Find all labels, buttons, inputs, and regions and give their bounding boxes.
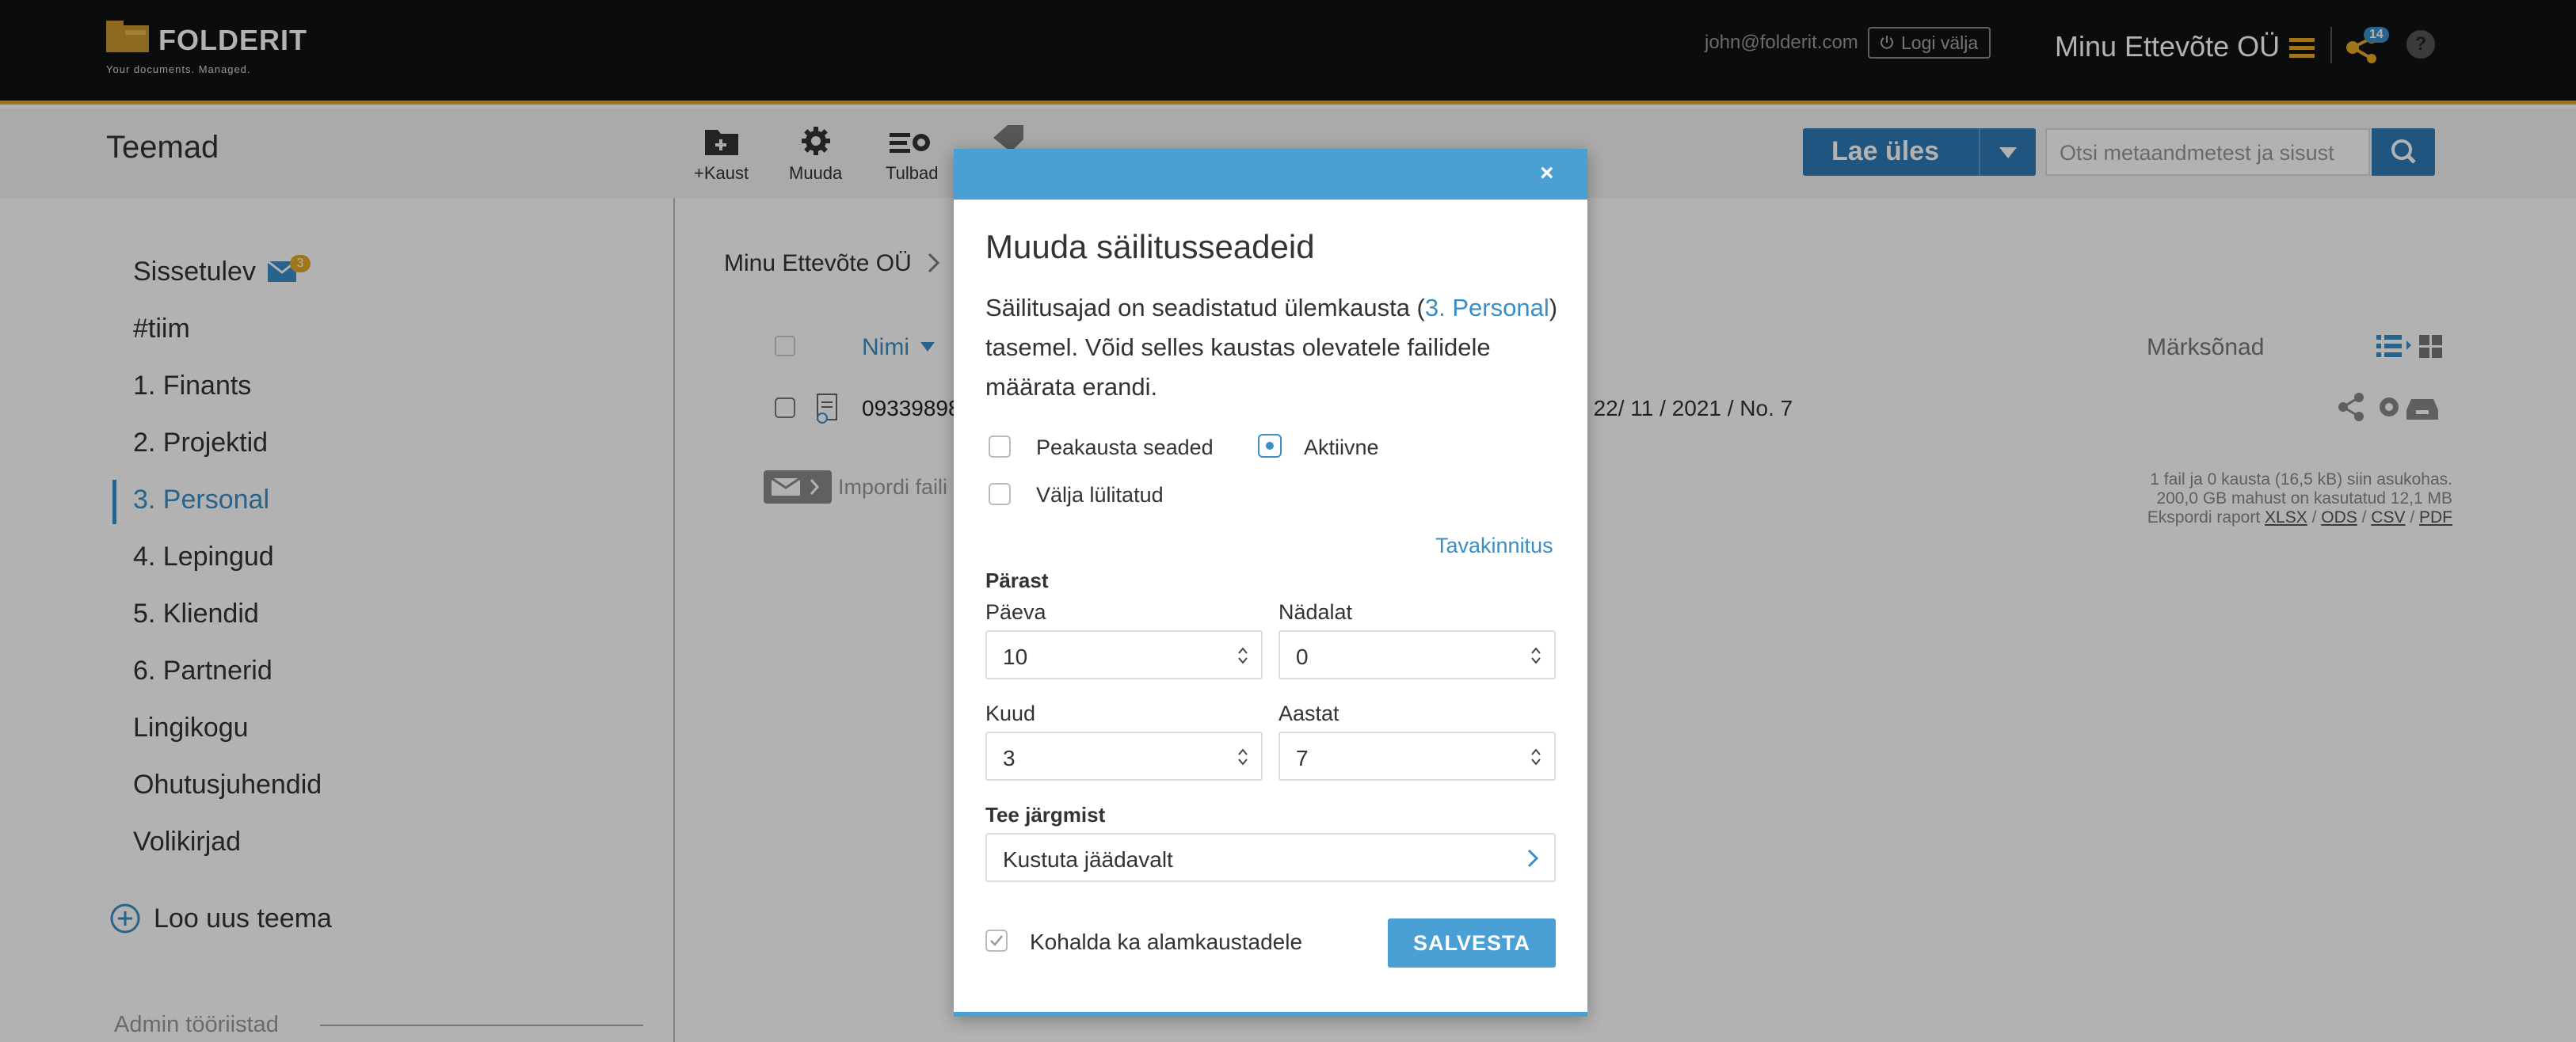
apply-subfolders-checkbox[interactable]	[985, 930, 1008, 952]
spinner-icon[interactable]	[1237, 646, 1248, 665]
active-label: Aktiivne	[1304, 435, 1379, 459]
save-button[interactable]: SALVESTA	[1388, 918, 1556, 968]
disabled-label: Välja lülitatud	[1036, 483, 1164, 507]
modal-description: Säilitusajad on seadistatud ülemkausta (…	[985, 288, 1564, 407]
years-label: Aastat	[1278, 702, 1339, 725]
action-value: Kustuta jäädavalt	[1003, 847, 1173, 872]
days-value: 10	[1003, 645, 1028, 669]
apply-subfolders-label: Kohalda ka alamkaustadele	[1030, 930, 1303, 954]
days-input[interactable]: 10	[985, 630, 1263, 679]
parent-settings-label: Peakausta seaded	[1036, 435, 1214, 459]
months-label: Kuud	[985, 702, 1036, 725]
months-input[interactable]: 3	[985, 732, 1263, 781]
years-input[interactable]: 7	[1278, 732, 1556, 781]
spinner-icon[interactable]	[1237, 747, 1248, 766]
retention-settings-modal: × Muuda säilitusseadeid Säilitusajad on …	[954, 149, 1587, 1017]
spinner-icon[interactable]	[1530, 747, 1541, 766]
reset-default-link[interactable]: Tavakinnitus	[1435, 534, 1553, 558]
weeks-input[interactable]: 0	[1278, 630, 1556, 679]
weeks-label: Nädalat	[1278, 600, 1353, 624]
action-select[interactable]: Kustuta jäädavalt	[985, 833, 1556, 882]
parent-folder-link[interactable]: 3. Personal	[1425, 294, 1549, 321]
close-icon[interactable]: ×	[1540, 160, 1554, 187]
after-group-label: Pärast	[985, 569, 1049, 592]
days-label: Päeva	[985, 600, 1046, 624]
checkmark-icon	[990, 935, 1003, 946]
weeks-value: 0	[1296, 645, 1309, 669]
active-radio[interactable]	[1258, 434, 1282, 458]
years-value: 7	[1296, 746, 1309, 770]
parent-settings-radio[interactable]	[989, 435, 1011, 458]
months-value: 3	[1003, 746, 1016, 770]
chevron-right-icon	[1527, 849, 1538, 868]
desc-before: Säilitusajad on seadistatud ülemkausta (	[985, 294, 1425, 321]
disabled-radio[interactable]	[989, 483, 1011, 505]
action-group-label: Tee järgmist	[985, 803, 1106, 827]
spinner-icon[interactable]	[1530, 646, 1541, 665]
modal-title: Muuda säilitusseadeid	[985, 228, 1315, 265]
modal-header: ×	[954, 149, 1587, 200]
